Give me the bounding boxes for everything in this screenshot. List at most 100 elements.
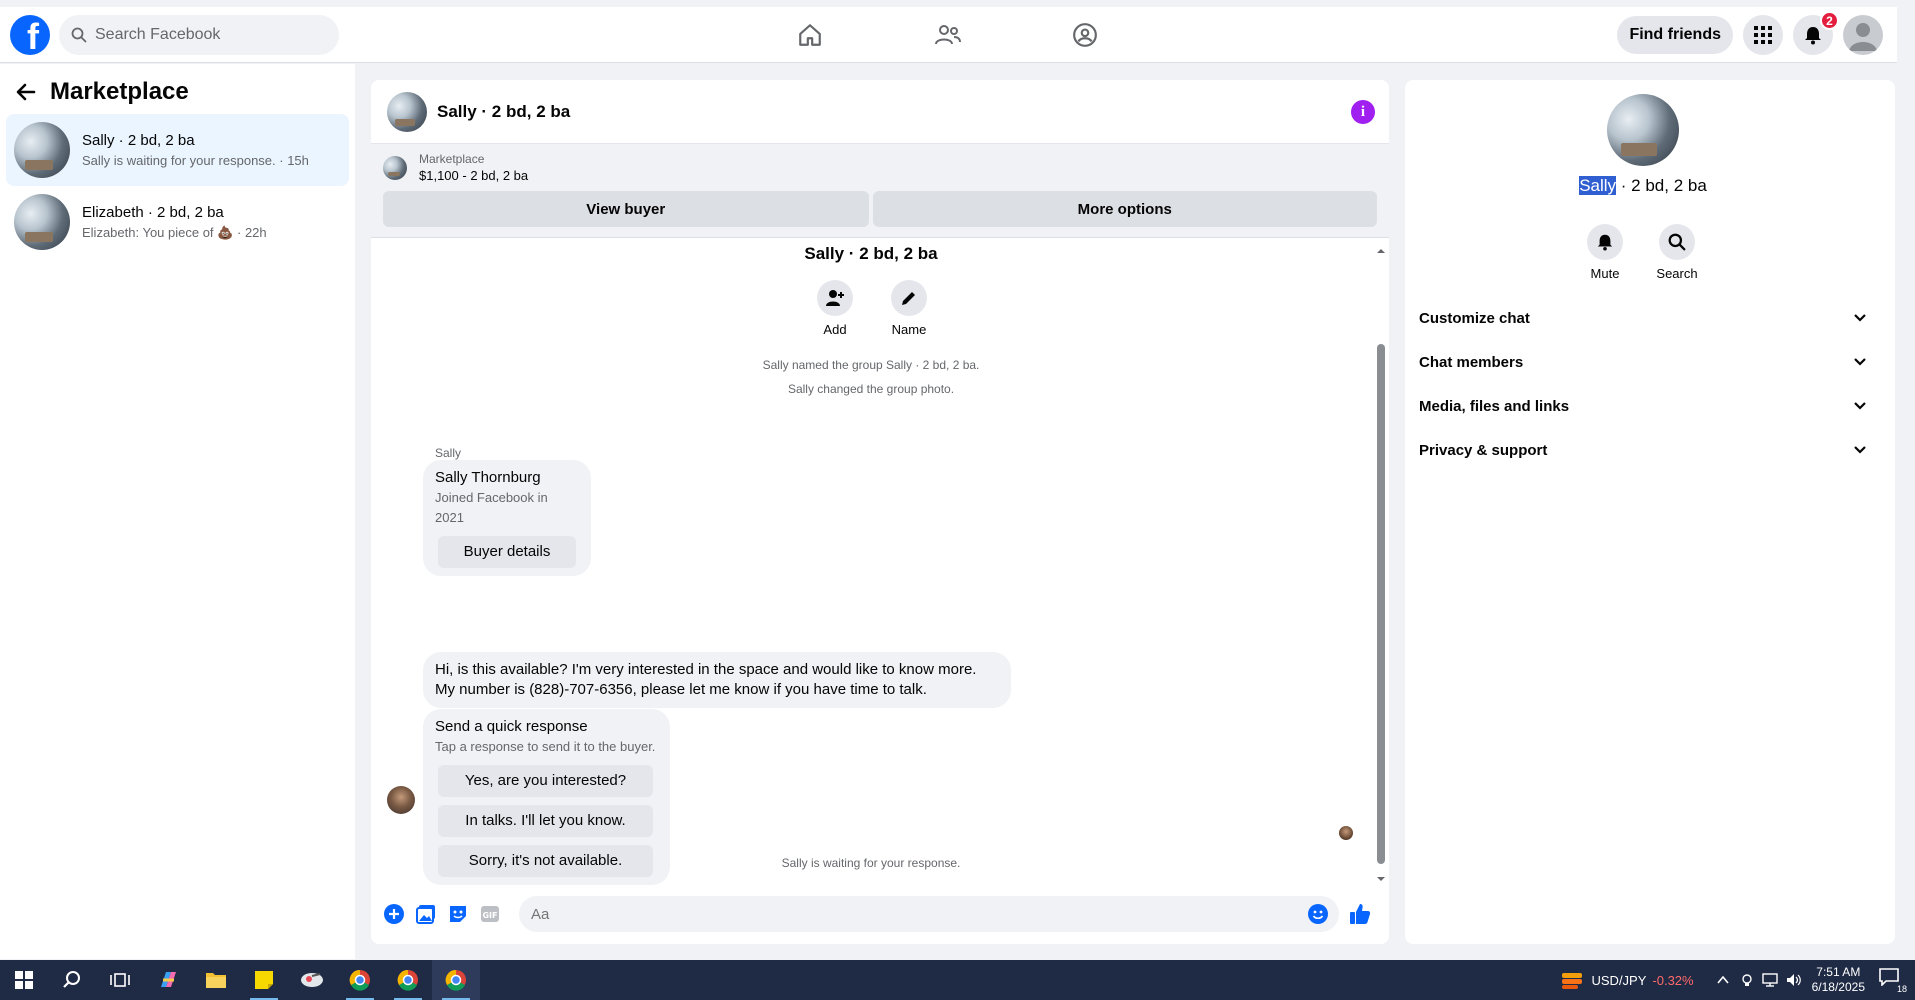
gif-button[interactable]: GIF [477,901,503,927]
chrome-icon [397,969,418,991]
buyer-name: Sally Thornburg [435,469,541,486]
meet-now-icon[interactable] [1740,973,1754,987]
quick-response-option[interactable]: Yes, are you interested? [438,765,653,797]
copilot-icon [161,972,176,987]
rename-group-button[interactable]: Name [889,280,929,337]
groups-nav-button[interactable] [1035,17,1135,53]
sticker-button[interactable] [445,901,471,927]
chrome-app-1[interactable] [336,960,384,1000]
attach-photo-button[interactable] [413,901,439,927]
notification-center-count: 18 [1896,984,1907,994]
copilot-app[interactable] [144,960,192,1000]
emoji-icon[interactable] [1307,903,1329,925]
friends-icon [935,25,961,45]
ticker-symbol[interactable]: USD/JPY [1592,973,1647,988]
privacy-support-item[interactable]: Privacy & support [1405,428,1881,472]
message-input[interactable] [531,905,1327,923]
chevron-down-icon [1854,358,1866,366]
friends-nav-button[interactable] [898,17,998,53]
info-button[interactable]: i [1351,100,1375,124]
clock-date: 6/18/2025 [1811,980,1865,994]
message-input-wrapper[interactable] [519,896,1339,932]
quick-response-option[interactable]: In talks. I'll let you know. [438,805,653,837]
sender-avatar[interactable] [387,786,415,814]
scrollbar-thumb[interactable] [1377,344,1385,864]
chrome-app-3[interactable] [432,960,480,1000]
bell-icon [1805,27,1821,45]
conversation-preview: Sally is waiting for your response. · 15… [82,153,309,168]
sender-name: Sally [435,446,462,460]
chevron-up-icon[interactable] [1716,973,1730,987]
listing-price[interactable]: $1,100 - 2 bd, 2 ba [419,168,528,183]
ticker-change[interactable]: -0.32% [1652,973,1693,988]
group-name: Sally · 2 bd, 2 ba [1405,176,1881,196]
notifications-button[interactable]: 2 [1793,11,1839,55]
quick-response-subtitle: Tap a response to send it to the buyer. [435,739,656,754]
listing-small-thumbnail [383,155,407,180]
search-input[interactable] [95,26,315,44]
more-actions-button[interactable] [381,901,407,927]
details-menu: Customize chat Chat members Media, files… [1405,296,1881,472]
search-conversation-button[interactable]: Search [1656,224,1698,281]
mute-button[interactable]: Mute [1585,224,1625,281]
start-button[interactable] [0,960,48,1000]
search-label: Search [1656,266,1698,281]
preview-time: · 22h [237,224,267,240]
conversation-item-sally[interactable]: Sally · 2 bd, 2 ba Sally is waiting for … [6,114,349,186]
find-friends-button[interactable]: Find friends [1617,16,1733,54]
file-explorer-app[interactable] [192,960,240,1000]
snipping-icon [301,973,323,987]
chat-panel: Sally · 2 bd, 2 ba i Marketplace $1,100 … [371,80,1389,944]
marketplace-label: Marketplace [419,152,485,166]
network-icon[interactable] [1761,973,1778,987]
listing-thumbnail [14,122,70,178]
volume-icon[interactable] [1786,973,1802,987]
add-member-button[interactable]: Add [815,280,855,337]
chat-members-item[interactable]: Chat members [1405,340,1881,384]
conversation-name: Elizabeth · 2 bd, 2 ba [82,203,224,221]
search-box[interactable] [59,15,339,55]
buyer-joined-date: Joined Facebook in 2021 [435,490,548,525]
like-button[interactable] [1347,901,1373,927]
chat-header-thumbnail[interactable] [387,91,427,132]
chat-title[interactable]: Sally · 2 bd, 2 ba [437,102,570,122]
chevron-down-icon [1854,402,1866,410]
view-buyer-button[interactable]: View buyer [383,191,869,227]
windows-logo-icon [15,971,33,989]
taskbar-search-button[interactable] [48,960,96,1000]
chrome-app-2[interactable] [384,960,432,1000]
group-photo[interactable] [1607,94,1679,166]
chrome-icon [349,969,370,991]
customize-chat-item[interactable]: Customize chat [1405,296,1881,340]
chat-scrollbar[interactable] [1373,244,1389,884]
panel-title: Marketplace [50,78,189,105]
home-nav-button[interactable] [760,17,860,53]
conversation-item-elizabeth[interactable]: Elizabeth · 2 bd, 2 ba Elizabeth: You pi… [6,186,349,258]
system-message: Sally named the group Sally · 2 bd, 2 ba… [762,358,980,372]
top-navigation-bar: f Find friends 2 [0,7,1897,63]
page-scrollbar[interactable] [1897,0,1915,960]
groups-icon [1073,23,1097,47]
back-arrow-icon[interactable] [14,80,38,104]
snipping-tool-app[interactable] [288,960,336,1000]
notification-center-button[interactable]: 18 [1879,968,1907,994]
conversation-list-panel: Marketplace Sally · 2 bd, 2 ba Sally is … [0,64,355,959]
system-message: Sally changed the group photo. [787,382,955,396]
svg-text:GIF: GIF [482,911,497,920]
more-options-button[interactable]: More options [872,191,1377,227]
marketplace-listing-strip: Marketplace $1,100 - 2 bd, 2 ba View buy… [371,144,1389,238]
buyer-message: Hi, is this available? I'm very interest… [423,652,1011,708]
scroll-down-arrow-icon[interactable] [1373,874,1389,884]
system-clock[interactable]: 7:51 AM 6/18/2025 [1812,965,1865,995]
scroll-up-arrow-icon[interactable] [1373,246,1389,256]
menu-button[interactable] [1743,15,1783,55]
sticky-notes-app[interactable] [240,960,288,1000]
media-files-links-item[interactable]: Media, files and links [1405,384,1881,428]
search-icon [1668,233,1686,251]
account-avatar-button[interactable] [1843,15,1883,55]
facebook-logo[interactable]: f [10,15,50,55]
mute-label: Mute [1590,266,1620,281]
buyer-details-button[interactable]: Buyer details [438,536,576,568]
windows-taskbar: USD/JPY -0.32% 7:51 AM 6/18/2025 18 [0,960,1915,1000]
task-view-button[interactable] [96,960,144,1000]
